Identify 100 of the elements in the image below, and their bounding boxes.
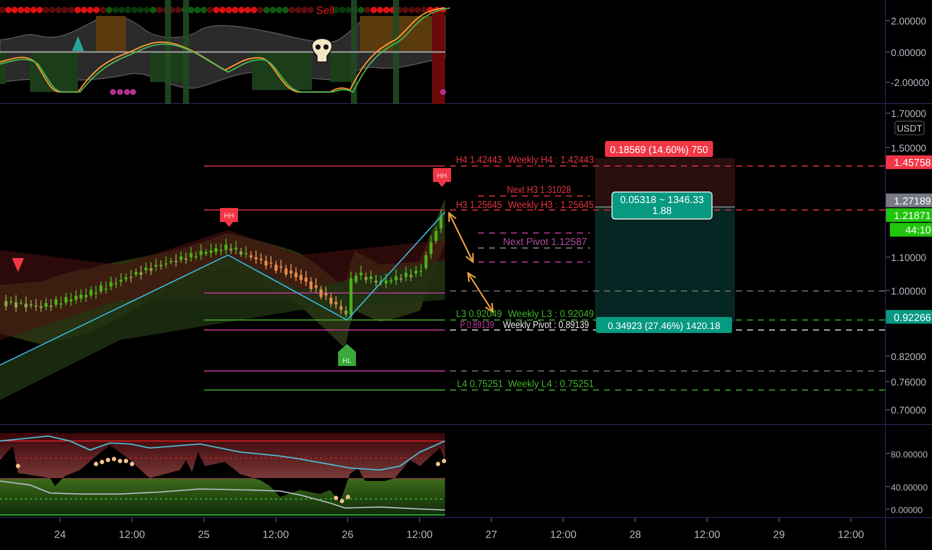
weekly-pivot-label: Weekly H3 : 1.25645 [508,200,601,211]
candle [364,272,368,284]
candle [130,269,132,283]
candle [274,260,278,274]
candle [394,268,398,286]
axis-label: 0.76000 [890,377,926,388]
dot-cluster-drawing [110,89,136,95]
candle [210,242,212,258]
candle [204,248,208,257]
axis-label: 0.00000 [890,48,926,59]
axis-label: 80.00000 [890,449,928,460]
candle [334,296,338,310]
candle [310,276,312,292]
skull-icon [312,38,332,62]
candle [344,306,348,318]
price-tag: 1.21871 [886,208,932,222]
candle [124,272,128,283]
candle [64,292,68,306]
currency-label: USDT [894,120,925,136]
candle [280,259,282,274]
stop-label: 0.34923 (27.46%) 1420.18 [596,317,732,333]
candle [104,281,108,294]
candle [74,290,78,304]
candle [390,276,392,285]
candle [100,280,102,294]
candle [374,274,378,288]
price-tag: 0.92266 [886,310,932,324]
candle [384,273,388,289]
candle [360,265,362,281]
candle [60,296,62,310]
time-label: 12:00 [118,529,146,541]
candle [324,286,328,301]
candle [20,298,22,306]
position-info-label: 0.05318 ~ 1346.33 1.88 [612,192,712,220]
candle [120,272,122,287]
dot-icon [440,89,446,95]
target-label: 0.18569 (14.60%) 750 [605,141,713,157]
candle [50,298,52,312]
candle [4,294,8,312]
candle [350,270,352,320]
axis-label: 1.00000 [890,286,926,298]
time-label: 26 [342,529,354,541]
candle [220,242,222,256]
axis-label: 0.70000 [890,406,926,417]
candle [404,266,408,282]
candle [160,260,162,270]
candle [110,276,112,291]
candle [194,250,198,260]
candle [424,251,428,271]
candle [380,276,382,286]
candle [234,240,238,255]
candle [180,251,182,264]
candle [144,262,148,274]
axis-label: 1.10000 [890,253,926,264]
candle [150,262,152,276]
time-label: 24 [54,529,66,541]
candle [10,296,12,306]
time-label: 12:00 [694,529,720,541]
candle [190,246,192,262]
candle [430,234,432,260]
candle [230,243,232,254]
candle [140,265,142,280]
candle [84,288,88,302]
candle [244,246,248,259]
candle [30,299,32,309]
candle [34,298,38,312]
candle [330,292,332,308]
axis-label: 1.70000 [890,109,926,120]
candle [320,285,322,300]
candle [80,288,82,303]
candle [354,272,358,284]
pivot-label: H3 1.25645 [456,200,508,211]
candle [304,270,308,287]
axis-label: 1.50000 [890,143,926,154]
candle [90,286,92,299]
candle [44,297,48,311]
time-label: 28 [629,529,642,541]
candle [14,294,18,313]
candle [134,268,138,278]
candle [94,285,98,300]
candle [434,226,438,244]
candle [40,300,42,312]
candle [154,258,158,272]
axis-label: 40.00000 [890,482,928,493]
candle [224,238,228,255]
axis-label: 0.82000 [890,352,926,363]
candle [410,268,412,282]
pivot-label: H4 1.42443 [456,155,508,166]
candle [284,264,288,278]
triangle-icon [72,36,84,51]
candle [340,300,342,315]
candle [414,265,418,278]
weekly-pivot-label: Weekly H4 : 1.42443 [508,155,601,166]
pivot-label: L3 0.92049 [456,309,506,320]
price-tag: 1.45758 [886,155,932,170]
time-label: 12:00 [406,529,433,541]
time-label: 29 [773,529,785,541]
axis-label: 0.00000 [890,505,923,516]
candle [240,247,242,258]
candle [264,255,268,270]
